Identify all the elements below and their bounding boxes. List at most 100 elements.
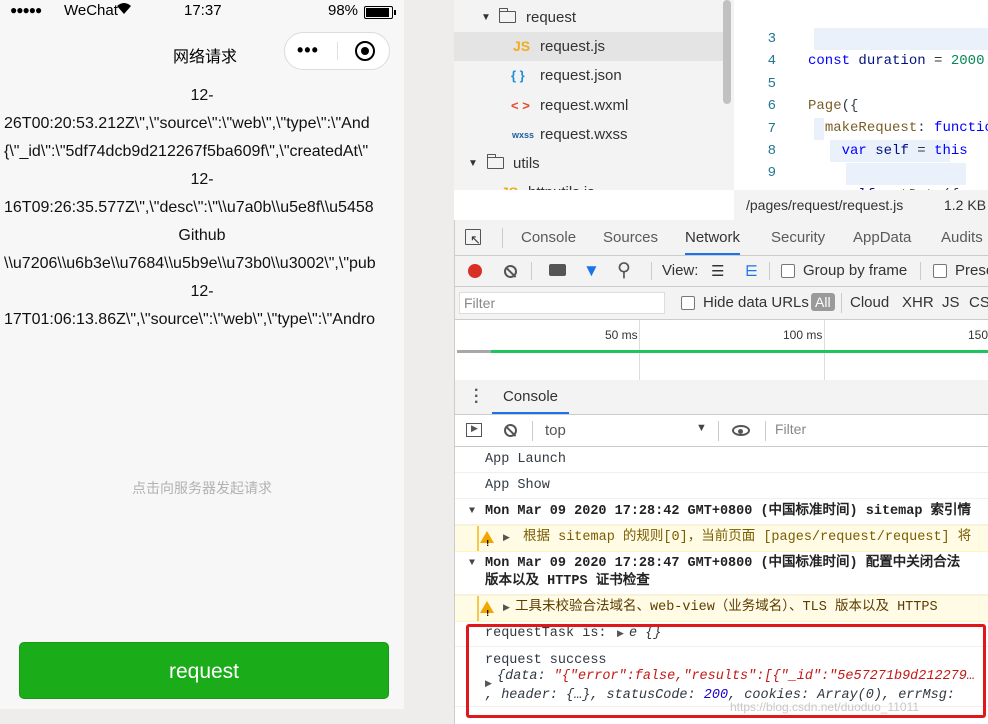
list-view-icon[interactable]: ☰ — [711, 262, 724, 280]
toolbar-divider — [920, 262, 921, 280]
file-size: 1.2 KB — [944, 197, 987, 213]
toolbar-divider — [841, 293, 842, 313]
request-button[interactable]: request — [19, 642, 389, 699]
console-group[interactable]: ▼ Mon Mar 09 2020 17:28:42 GMT+0800 (中国标… — [455, 499, 988, 525]
network-filter-input[interactable]: Filter — [459, 292, 665, 314]
code-line: 10 loading: true — [734, 163, 988, 190]
group-title-continued: 版本以及 HTTPS 证书检查 — [485, 574, 650, 589]
console-sidebar-icon[interactable] — [466, 423, 482, 437]
request-hint: 点击向服务器发起请求 — [132, 480, 272, 496]
close-miniprogram-icon[interactable] — [355, 41, 375, 61]
phone-simulator: ●●●●● WeChat 17:37 98% 网络请求 ••• 12- 26T0… — [0, 0, 404, 709]
tree-file-httputils-js[interactable]: JS httputils.js — [454, 178, 724, 190]
tab-sources[interactable]: Sources — [603, 220, 658, 255]
js-file-icon: JS — [501, 178, 518, 190]
inspect-element-icon[interactable] — [465, 229, 481, 248]
tab-console[interactable]: Console — [521, 220, 576, 255]
search-icon[interactable]: ⚲ — [617, 259, 631, 282]
hide-data-urls-checkbox[interactable] — [681, 296, 695, 310]
json-file-icon: { } — [511, 68, 525, 83]
tree-item-label: request.js — [540, 38, 606, 55]
drawer-menu-icon[interactable]: · · · — [474, 383, 479, 411]
filter-type-js[interactable]: JS — [942, 294, 960, 311]
console-drawer-header: · · · Console — [455, 380, 988, 415]
tab-appdata[interactable]: AppData — [853, 220, 911, 255]
expand-triangle-icon: ▶ — [617, 629, 624, 639]
file-tree-scrollbar[interactable] — [723, 0, 731, 104]
capture-screenshots-icon[interactable] — [549, 264, 566, 276]
status-bar: ●●●●● WeChat 17:37 98% — [0, 0, 404, 24]
console-log: App Launch App Show ▼ Mon Mar 09 2020 17… — [455, 447, 988, 724]
console-filter-input[interactable]: Filter — [771, 419, 988, 441]
status-time: 17:37 — [184, 2, 222, 19]
caret-down-icon: ▼ — [468, 158, 478, 169]
tab-security[interactable]: Security — [771, 220, 825, 255]
tree-folder-utils[interactable]: ▼ utils — [454, 149, 724, 178]
console-warning[interactable]: ▶ 工具未校验合法域名、web-view（业务域名）、TLS 版本以及 HTTP… — [455, 595, 988, 626]
tab-audits[interactable]: Audits — [941, 220, 983, 255]
view-label: View: — [662, 262, 699, 279]
expand-triangle-icon: ▶ — [503, 533, 510, 543]
clear-console-icon[interactable] — [504, 424, 517, 437]
waterfall-view-icon[interactable]: ⋿ — [745, 262, 758, 280]
toolbar-divider — [765, 421, 766, 441]
tree-file-request-js[interactable]: JS request.js — [454, 32, 724, 61]
js-file-icon: JS — [513, 38, 531, 54]
toolbar-divider — [531, 262, 532, 280]
object-string-value: "{"error":false,"results":[{"_id":"5e572… — [553, 669, 975, 684]
filter-type-cloud[interactable]: Cloud — [850, 294, 889, 311]
clear-icon[interactable] — [504, 265, 517, 278]
watermark: https://blog.csdn.net/duoduo_11011 — [730, 700, 920, 714]
console-message[interactable]: requestTask is: ▶ e {} — [455, 621, 988, 647]
wxss-file-icon: wxss — [512, 130, 535, 140]
code-line: 6 makeRequest: functio — [734, 73, 988, 136]
filter-type-css[interactable]: CSS — [969, 294, 988, 311]
console-warning[interactable]: ▶ 根据 sitemap 的规则[0]，当前页面 [pages/request/… — [455, 525, 988, 556]
capsule-menu: ••• — [284, 32, 390, 70]
expand-triangle-icon: ▶ — [503, 603, 510, 613]
response-line: 26T00:20:53.212Z\",\"source\":\"web\",\"… — [4, 115, 370, 132]
object-key: {data: — [497, 669, 546, 684]
warning-bar — [477, 526, 479, 551]
warning-icon — [480, 601, 494, 626]
timeline-bar-request — [491, 350, 988, 353]
live-expression-eye-icon[interactable] — [732, 425, 750, 436]
context-select[interactable]: top — [545, 422, 566, 439]
group-by-frame-checkbox[interactable] — [781, 264, 795, 278]
tree-file-request-wxml[interactable]: < > request.wxml — [454, 91, 724, 120]
more-icon[interactable]: ••• — [297, 41, 319, 59]
code-editor[interactable]: 3 const duration = 2000 4 5 Page({ 6 mak… — [734, 0, 988, 190]
network-timeline[interactable]: 50 ms 100 ms 150 — [455, 320, 988, 381]
tree-folder-request[interactable]: ▼ request — [454, 3, 724, 32]
response-line: \\u7206\\u6b3e\\u7684\\u5b9e\\u73b0\\u30… — [4, 255, 376, 272]
toolbar-divider — [718, 421, 719, 441]
status-code: 200 — [703, 688, 729, 703]
console-message[interactable]: request success ▶ {data: "{"error":false… — [455, 647, 988, 707]
file-tree: ▼ request JS request.js { } request.json… — [454, 0, 734, 190]
record-icon[interactable] — [468, 264, 482, 278]
console-message: App Launch — [455, 447, 988, 473]
preserve-log-checkbox[interactable] — [933, 264, 947, 278]
filter-type-all[interactable]: All — [811, 293, 835, 311]
console-group[interactable]: ▼ Mon Mar 09 2020 17:28:47 GMT+0800 (中国标… — [455, 551, 988, 595]
chevron-down-icon[interactable]: ▼ — [696, 422, 707, 434]
tree-file-request-wxss[interactable]: wxss request.wxss — [454, 120, 724, 149]
response-object-data[interactable]: {data: "{"error":false,"results":[{"_id"… — [497, 667, 975, 686]
tree-item-label: request — [526, 9, 577, 26]
signal-icon: ●●●●● — [10, 3, 42, 17]
object-header: , header: {…}, statusCode: — [485, 688, 704, 703]
warning-icon — [480, 531, 494, 556]
message-text: App Show — [485, 478, 550, 493]
task-object[interactable]: e {} — [629, 621, 661, 647]
tree-file-request-json[interactable]: { } request.json — [454, 61, 724, 90]
tab-network[interactable]: Network — [685, 220, 741, 255]
toolbar-divider — [532, 421, 533, 441]
warning-text: 根据 sitemap 的规则[0]，当前页面 [pages/request/re… — [523, 530, 972, 545]
response-line: {\"_id\":\"5df74dcb9d212267f5ba609f\",\"… — [4, 143, 369, 160]
response-line: 12- — [190, 87, 214, 104]
drawer-tab-console[interactable]: Console — [492, 380, 569, 414]
group-by-frame-label: Group by frame — [803, 262, 908, 279]
filter-type-xhr[interactable]: XHR — [902, 294, 934, 311]
filter-icon[interactable]: ▼ — [583, 261, 600, 281]
code-line: 7 var self = this — [734, 96, 988, 159]
